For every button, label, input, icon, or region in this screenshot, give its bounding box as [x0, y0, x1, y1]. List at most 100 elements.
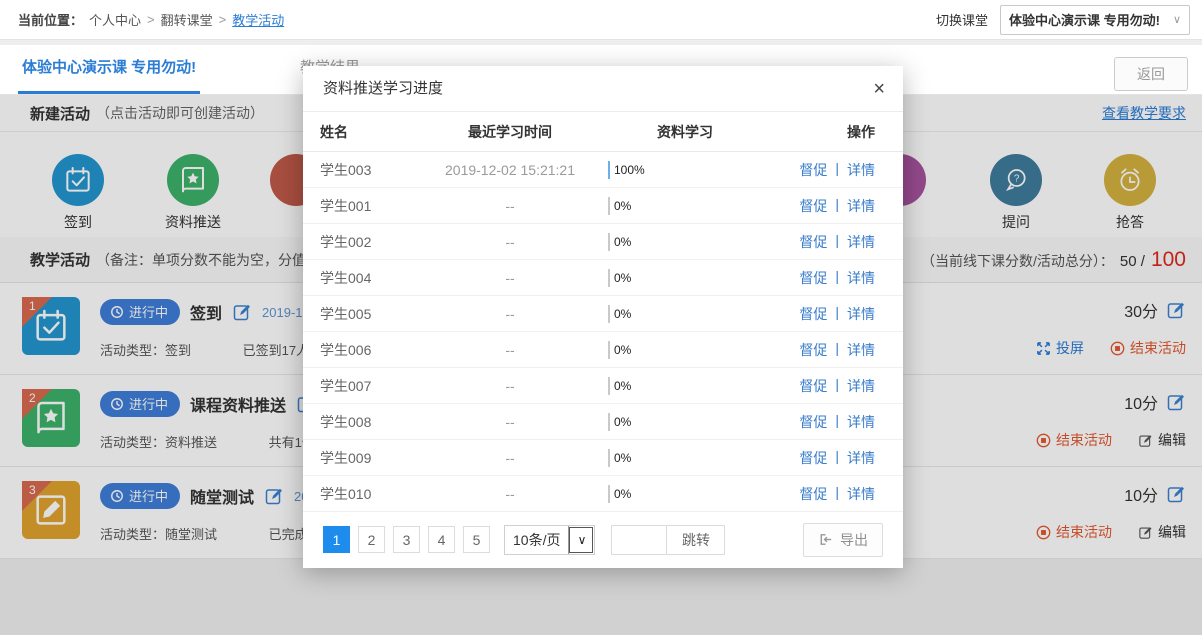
close-icon[interactable]: ×	[873, 77, 885, 101]
page-button-3[interactable]: 3	[393, 526, 420, 553]
last-study-time: --	[420, 270, 600, 286]
table-header-row: 姓名 最近学习时间 资料学习 操作	[303, 112, 903, 152]
column-header-name: 姓名	[320, 122, 420, 142]
pagination: 1 2 3 4 5 10条/页 ∨ 跳转 导出	[303, 512, 903, 567]
urge-link[interactable]: 督促	[799, 232, 827, 252]
progress-label: 0%	[614, 234, 631, 251]
detail-link[interactable]: 详情	[847, 340, 875, 360]
page-button-4[interactable]: 4	[428, 526, 455, 553]
detail-link[interactable]: 详情	[847, 448, 875, 468]
last-study-time: --	[420, 234, 600, 250]
detail-link[interactable]: 详情	[847, 484, 875, 504]
last-study-time: --	[420, 414, 600, 430]
page-size-select[interactable]: 10条/页 ∨	[504, 525, 595, 555]
last-study-time: --	[420, 378, 600, 394]
progress-label: 0%	[614, 450, 631, 467]
progress-bar: 0%	[608, 233, 610, 251]
detail-link[interactable]: 详情	[847, 160, 875, 180]
progress-bar: 0%	[608, 305, 610, 323]
ops-separator: |	[835, 412, 839, 432]
progress-bar: 0%	[608, 341, 610, 359]
table-row: 学生008 -- 0% 督促 | 详情	[303, 404, 903, 440]
course-select-value: 体验中心演示课 专用勿动!	[1009, 10, 1160, 29]
table-row: 学生009 -- 0% 督促|详情	[303, 440, 903, 476]
chevron-down-icon: ∨	[1173, 13, 1181, 26]
breadcrumb-item-personal[interactable]: 个人中心	[89, 10, 141, 29]
progress-bar: 0%	[608, 413, 610, 431]
column-header-time: 最近学习时间	[420, 122, 600, 142]
detail-link[interactable]: 详情	[847, 196, 875, 216]
detail-link[interactable]: 详情	[847, 268, 875, 288]
student-name: 学生008	[320, 412, 420, 432]
column-header-ops: 操作	[770, 122, 875, 142]
student-name: 学生006	[320, 340, 420, 360]
last-study-time: --	[420, 486, 600, 502]
topbar-right: 切换课堂 体验中心演示课 专用勿动! ∨	[936, 5, 1190, 35]
table-row: 学生006 -- 0% 督促|详情	[303, 332, 903, 368]
urge-link[interactable]: 督促	[799, 484, 827, 504]
urge-link[interactable]: 督促	[799, 268, 827, 288]
last-study-time: --	[420, 450, 600, 466]
jump-page-input[interactable]	[612, 526, 666, 554]
detail-link[interactable]: 详情	[847, 304, 875, 324]
breadcrumb-item-classroom[interactable]: 翻转课堂	[161, 10, 213, 29]
urge-link[interactable]: 督促	[799, 160, 827, 180]
progress-bar: 100%	[608, 161, 610, 179]
urge-link[interactable]: 督促	[799, 196, 827, 216]
table-row: 学生004 -- 0% 督促 | 详情	[303, 260, 903, 296]
progress-bar: 0%	[608, 269, 610, 287]
detail-link[interactable]: 详情	[847, 232, 875, 252]
progress-label: 0%	[614, 486, 631, 503]
progress-label: 0%	[614, 414, 631, 431]
ops-separator: |	[835, 376, 839, 396]
modal-title: 资料推送学习进度	[323, 66, 443, 112]
page: 当前位置： 个人中心 > 翻转课堂 > 教学活动 切换课堂 体验中心演示课 专用…	[0, 0, 1202, 635]
student-name: 学生001	[320, 196, 420, 216]
page-button-2[interactable]: 2	[358, 526, 385, 553]
student-name: 学生002	[320, 232, 420, 252]
page-button-5[interactable]: 5	[463, 526, 490, 553]
progress-label: 0%	[614, 306, 631, 323]
detail-link[interactable]: 详情	[847, 376, 875, 396]
last-study-time: 2019-12-02 15:21:21	[420, 162, 600, 178]
student-name: 学生003	[320, 160, 420, 180]
last-study-time: --	[420, 198, 600, 214]
jump-group: 跳转	[611, 525, 725, 555]
urge-link[interactable]: 督促	[799, 340, 827, 360]
chevron-down-icon: ∨	[568, 526, 594, 554]
progress-modal: 资料推送学习进度 × 姓名 最近学习时间 资料学习 操作 学生003 2019-…	[303, 66, 903, 568]
progress-label: 0%	[614, 198, 631, 215]
table-row: 学生007 -- 0% 督促 | 详情	[303, 368, 903, 404]
table-row: 学生002 -- 0% 督促 | 详情	[303, 224, 903, 260]
student-name: 学生007	[320, 376, 420, 396]
breadcrumb-separator: >	[147, 12, 155, 27]
export-label: 导出	[840, 530, 868, 550]
detail-link[interactable]: 详情	[847, 412, 875, 432]
top-bar: 当前位置： 个人中心 > 翻转课堂 > 教学活动 切换课堂 体验中心演示课 专用…	[0, 0, 1202, 40]
student-name: 学生009	[320, 448, 420, 468]
student-name: 学生005	[320, 304, 420, 324]
export-icon	[818, 532, 833, 547]
progress-label: 100%	[614, 162, 645, 179]
progress-bar: 0%	[608, 197, 610, 215]
urge-link[interactable]: 督促	[799, 448, 827, 468]
urge-link[interactable]: 督促	[799, 412, 827, 432]
modal-header: 资料推送学习进度 ×	[303, 66, 903, 112]
ops-separator: |	[835, 232, 839, 252]
export-button[interactable]: 导出	[803, 523, 883, 557]
back-button[interactable]: 返回	[1114, 57, 1188, 91]
table-row: 学生010 -- 0% 督促|详情	[303, 476, 903, 512]
urge-link[interactable]: 督促	[799, 376, 827, 396]
urge-link[interactable]: 督促	[799, 304, 827, 324]
breadcrumb: 当前位置： 个人中心 > 翻转课堂 > 教学活动	[18, 10, 284, 29]
breadcrumb-item-activities[interactable]: 教学活动	[232, 10, 284, 29]
progress-label: 0%	[614, 378, 631, 395]
page-button-1[interactable]: 1	[323, 526, 350, 553]
tab-course[interactable]: 体验中心演示课 专用勿动!	[18, 45, 200, 94]
student-name: 学生004	[320, 268, 420, 288]
jump-button[interactable]: 跳转	[666, 526, 724, 554]
student-name: 学生010	[320, 484, 420, 504]
ops-separator: |	[835, 268, 839, 288]
course-select[interactable]: 体验中心演示课 专用勿动! ∨	[1000, 5, 1190, 35]
ops-separator: |	[835, 304, 839, 324]
